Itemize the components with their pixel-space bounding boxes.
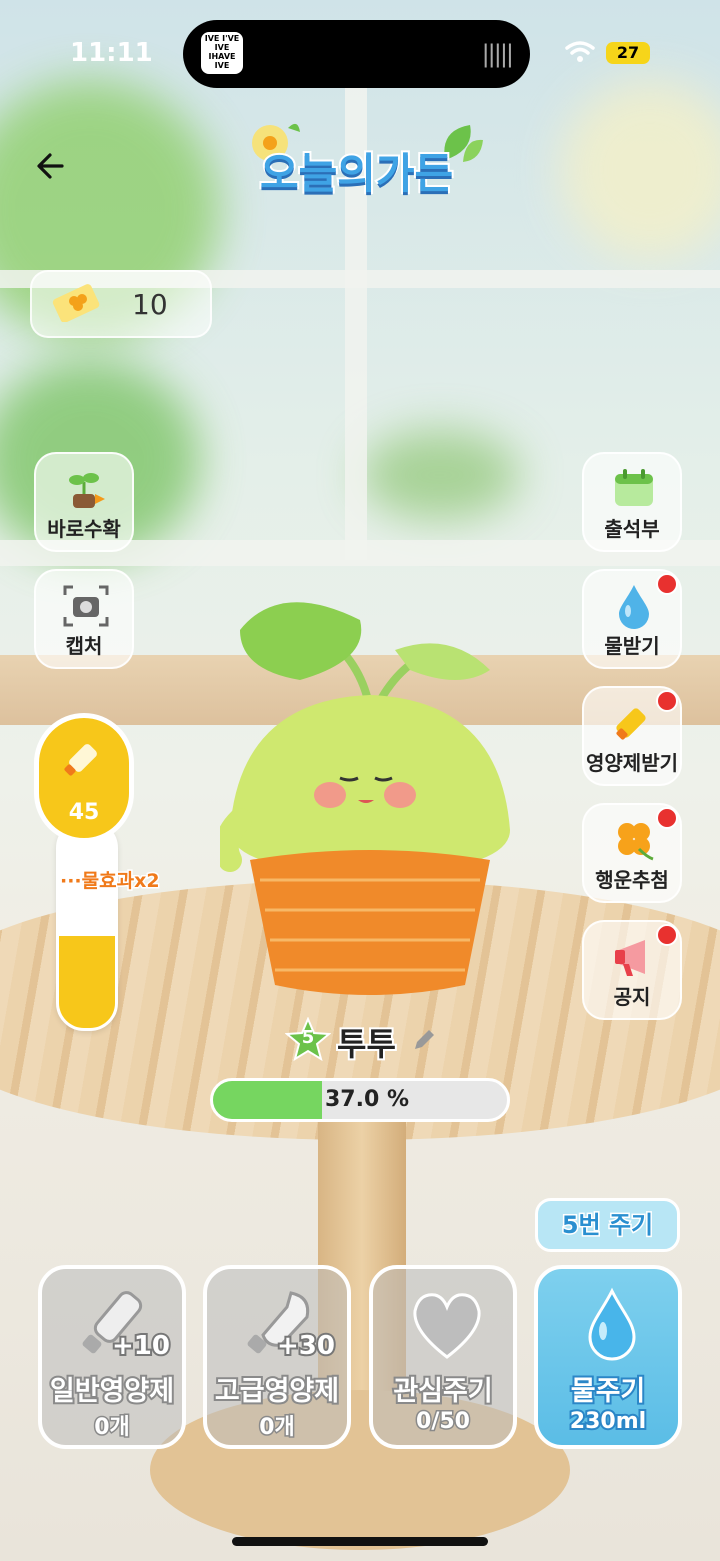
capture-label: 캡처 [65,634,103,658]
receive-water-button[interactable]: 물받기 [582,569,682,669]
plant-level: 5 [301,1027,315,1048]
status-time: 11:11 [70,38,153,68]
basic-nutrient-count: 0개 [93,1414,132,1442]
sprout-harvest-icon [69,473,105,508]
nutrient-gauge-fill [59,935,115,1028]
lucky-draw-label: 행운추첨 [595,868,669,892]
garden-screen: 11:11 IVE I'VE IVE IHAVE IVE ||||| 27 오늘… [0,0,720,1561]
calendar-icon [615,469,653,506]
quick-harvest-label: 바로수확 [47,517,121,541]
basic-nutrient-button[interactable]: +10 일반영양제 0개 [38,1265,186,1449]
give-attention-label: 관심주기 [391,1374,494,1409]
attendance-label: 출석부 [604,517,660,541]
water-effect-marker: ···물효과x2 [59,869,162,894]
growth-progress-text: 37.0 % [325,1087,409,1112]
premium-nutrient-count: 0개 [258,1414,297,1442]
basic-nutrient-bonus: +10 [110,1329,172,1363]
water-times-tag: 5번 주기 [535,1198,680,1252]
plant-character[interactable] [220,590,520,1010]
now-playing-art: IVE I'VE IVE IHAVE IVE [201,32,243,74]
audio-wave-icon: ||||| [481,40,514,68]
plant-name: 투투 [335,1023,398,1065]
quick-harvest-button[interactable]: 바로수확 [34,452,134,552]
lucky-draw-button[interactable]: 행운추첨 [582,803,682,903]
nutrient-gauge-head[interactable]: 45 [34,713,134,843]
notice-button[interactable]: 공지 [582,920,682,1020]
notice-label: 공지 [613,985,651,1009]
wifi-icon [565,41,595,62]
give-attention-button[interactable]: 관심주기 0/50 [369,1265,517,1449]
water-amount: 230ml [568,1407,648,1436]
give-attention-count: 0/50 [415,1408,472,1436]
water-drop-icon [588,1287,636,1361]
app-logo: 오늘의가든 [240,118,485,208]
notification-badge [656,807,678,829]
nutrient-gauge [56,820,118,1031]
water-effect-label: 물효과x2 [80,869,161,894]
arrow-left-icon[interactable] [32,145,74,187]
notification-badge [656,573,678,595]
water-drop-icon [619,585,649,629]
home-indicator[interactable] [232,1537,488,1546]
nutrient-bottle-icon [64,744,97,776]
heart-icon [413,1293,481,1359]
clover-icon [618,823,654,861]
ticket-count: 10 [132,288,168,321]
megaphone-icon [615,940,645,976]
notification-badge [656,924,678,946]
water-button[interactable]: 물주기 230ml [534,1265,682,1449]
camera-icon [63,585,109,627]
premium-nutrient-label: 고급영양제 [213,1374,341,1409]
receive-nutrient-button[interactable]: 영양제받기 [582,686,682,786]
attendance-button[interactable]: 출석부 [582,452,682,552]
basic-nutrient-label: 일반영양제 [48,1374,176,1409]
nutrient-gauge-value: 45 [68,800,100,825]
growth-progress-bar: 37.0 % [210,1078,510,1122]
clover-ticket-icon [52,284,100,322]
nutrient-bottle-icon [616,708,646,740]
battery-indicator: 27 [606,42,650,64]
pencil-icon[interactable] [411,1027,437,1053]
water-label: 물주기 [569,1374,648,1409]
logo-text: 오늘의가든 [258,147,455,200]
receive-nutrient-label: 영양제받기 [586,751,678,775]
receive-water-label: 물받기 [604,634,660,658]
premium-nutrient-bonus: +30 [275,1329,337,1363]
premium-nutrient-button[interactable]: +30 고급영양제 0개 [203,1265,351,1449]
capture-button[interactable]: 캡처 [34,569,134,669]
ticket-counter[interactable]: 10 [30,270,212,338]
dynamic-island[interactable]: IVE I'VE IVE IHAVE IVE ||||| [183,20,530,88]
growth-progress-fill [213,1081,322,1119]
notification-badge [656,690,678,712]
